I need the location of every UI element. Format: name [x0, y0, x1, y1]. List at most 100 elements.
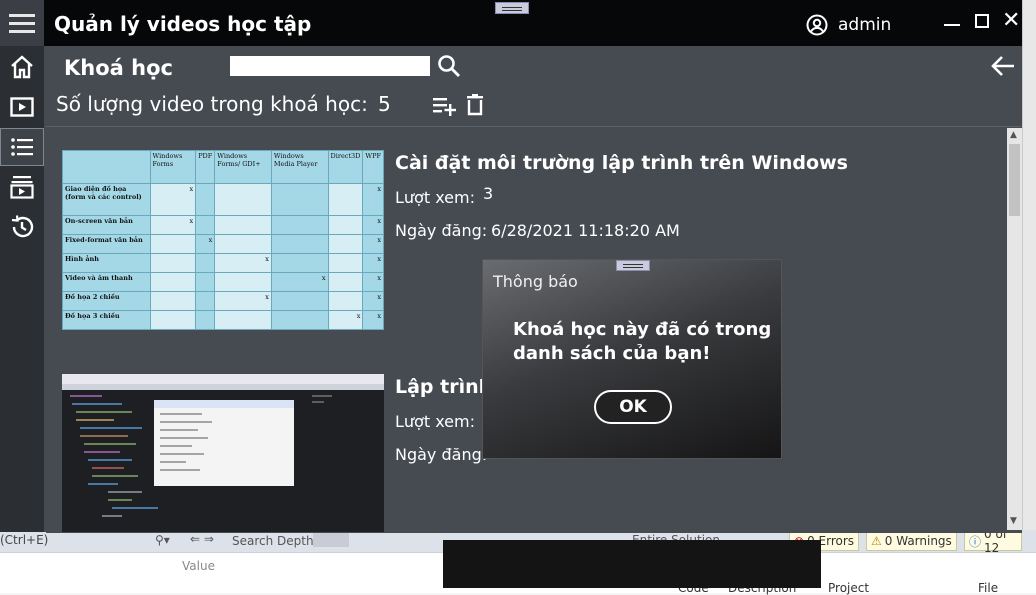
dialog-title: Thông báo [493, 272, 578, 291]
thumbnail-table-row: Đồ họa 3 chiều x x [62, 309, 384, 330]
thumbnail-table-cell [327, 234, 364, 255]
thumbnail-table-cell [270, 291, 329, 311]
ide-search-depth-label: Search Depth: [232, 534, 318, 548]
thumbnail-table-cell: x [362, 272, 384, 293]
page-title: Khoá học [64, 56, 173, 80]
thumbnail-table-row: Giao diện đồ họa (form và các control) x x [62, 182, 384, 217]
code-editor-screenshot [62, 374, 384, 532]
close-icon[interactable]: ✕ [1002, 10, 1020, 32]
arrow-left-icon[interactable] [990, 54, 1016, 82]
ide-search-hint[interactable]: (Ctrl+E) [0, 533, 48, 547]
thumbnail-table-cell [149, 234, 197, 255]
thumbnail-table-cell [195, 291, 216, 311]
video-title-2[interactable]: Lập trình [395, 376, 492, 398]
date-label-1: Ngày đăng: [395, 221, 488, 240]
maximize-icon[interactable] [975, 14, 989, 28]
video-thumbnail-2[interactable] [62, 374, 384, 532]
thumbnail-table-cell [195, 253, 216, 274]
thumbnail-table-row: Hình ảnh x x [62, 253, 384, 274]
ide-warnings-badge[interactable]: ⚠ 0 Warnings [866, 531, 957, 551]
thumbnail-table-cell [270, 182, 329, 217]
thumbnail-table-cell: x [362, 215, 384, 236]
thumbnail-table-cell: x [362, 182, 384, 217]
date-value-1: 6/28/2021 11:18:20 AM [491, 221, 680, 240]
history-icon[interactable] [0, 208, 44, 246]
thumbnail-table-cell [149, 253, 197, 274]
thumbnail-table-cell: Đồ họa 3 chiều [62, 309, 151, 330]
thumbnail-table-header-cell: Direct3D [327, 150, 364, 184]
minimize-icon[interactable] [944, 24, 960, 26]
scroll-up-icon[interactable]: ▲ [1010, 130, 1017, 140]
thumbnail-table-cell [327, 253, 364, 274]
app-title: Quản lý videos học tập [54, 12, 312, 36]
thumbnail-table-cell [149, 291, 197, 311]
thumbnail-table-cell [214, 215, 272, 236]
thumbnail-table-cell [214, 182, 272, 217]
ide-col-project[interactable]: Project [828, 581, 869, 595]
thumbnail-table-cell [327, 272, 364, 293]
thumbnail-table-row: Fixed-format văn bản x x [62, 234, 384, 255]
thumbnail-table-cell [195, 309, 216, 330]
playlist-add-icon[interactable] [432, 95, 458, 121]
thumbnail-table-cell [270, 234, 329, 255]
ide-col-file[interactable]: File [978, 581, 998, 595]
username: admin [838, 15, 892, 35]
hamburger-icon[interactable] [0, 0, 44, 46]
ide-col-value: Value [182, 559, 215, 573]
thumbnail-table-row: Video và âm thanh x x [62, 272, 384, 293]
play-icon[interactable] [0, 88, 44, 126]
thumbnail-table-header-cell [62, 150, 151, 184]
thumbnail-table-cell: On-screen văn bản [62, 215, 151, 236]
thumbnail-table-cell [214, 234, 272, 255]
thumbnail-table-cell: Video và âm thanh [62, 272, 151, 293]
ide-search-icon[interactable]: ⚲▾ [155, 533, 170, 547]
views-label-1: Lượt xem: [395, 188, 475, 207]
thumbnail-table-cell [270, 253, 329, 274]
thumbnail-table-cell [195, 272, 216, 293]
thumbnail-table-cell: x [214, 291, 272, 311]
ide-search-depth-select[interactable] [313, 533, 349, 547]
video-count-label: Số lượng video trong khoá học: [56, 92, 368, 116]
thumbnail-table-cell: x [195, 234, 216, 255]
list-icon[interactable] [0, 128, 44, 166]
dialog-message: Khoá học này đã có trong danh sách của b… [513, 319, 772, 364]
scroll-down-icon[interactable]: ▼ [1010, 516, 1017, 526]
scrollbar-thumb[interactable] [1009, 144, 1020, 216]
thumbnail-table-cell: Giao diện đồ họa (form và các control) [62, 182, 151, 217]
notification-dialog[interactable]: Thông báo Khoá học này đã có trong danh … [482, 259, 782, 459]
home-icon[interactable] [0, 48, 44, 86]
ide-messages-badge[interactable]: ⓘ 0 of 12 [964, 527, 1022, 555]
thumbnail-table-header-cell: Windows Media Player [270, 150, 329, 184]
ide-side-strip [1022, 0, 1036, 530]
thumbnail-table-cell: Đồ họa 2 chiều [62, 291, 151, 311]
vertical-scrollbar[interactable]: ▲ ▼ [1007, 128, 1022, 530]
dialog-drag-grip[interactable] [616, 260, 650, 271]
video-title-1[interactable]: Cài đặt môi trường lập trình trên Window… [395, 152, 848, 174]
thumbnail-table-cell: x [270, 272, 329, 293]
thumbnail-table: Windows Forms PDF Windows Forms/ GDI+ Windo… [62, 150, 384, 330]
thumbnail-table-header-cell: Windows Forms [149, 150, 197, 184]
ide-back-icon[interactable]: ⇐ ⇒ [190, 532, 214, 546]
thumbnail-table-cell [327, 182, 364, 217]
search-icon[interactable] [437, 54, 461, 82]
thumbnail-table-cell: x [214, 253, 272, 274]
user-account[interactable]: admin [806, 14, 891, 36]
thumbnail-table-row: Đồ họa 2 chiều x x [62, 291, 384, 311]
window-drag-grip[interactable] [495, 2, 529, 14]
ide-dark-overlay [443, 540, 821, 588]
thumbnail-table-cell [270, 309, 329, 330]
playlist-icon[interactable] [0, 168, 44, 206]
trash-icon[interactable] [466, 94, 484, 120]
video-thumbnail-1[interactable]: Windows Forms PDF Windows Forms/ GDI+ Windo… [62, 150, 384, 330]
thumbnail-table-header: Windows Forms PDF Windows Forms/ GDI+ Windo… [62, 150, 384, 184]
thumbnail-table-header-cell: WPF [362, 150, 384, 184]
thumbnail-table-cell [327, 291, 364, 311]
thumbnail-table-header-cell: Windows Forms/ GDI+ [214, 150, 272, 184]
views-label-2: Lượt xem: [395, 412, 475, 431]
thumbnail-table-cell: x [362, 253, 384, 274]
thumbnail-table-cell [149, 309, 197, 330]
thumbnail-table-cell [214, 309, 272, 330]
ok-button[interactable]: OK [594, 390, 672, 424]
search-input[interactable] [230, 56, 430, 76]
thumbnail-table-cell [149, 272, 197, 293]
